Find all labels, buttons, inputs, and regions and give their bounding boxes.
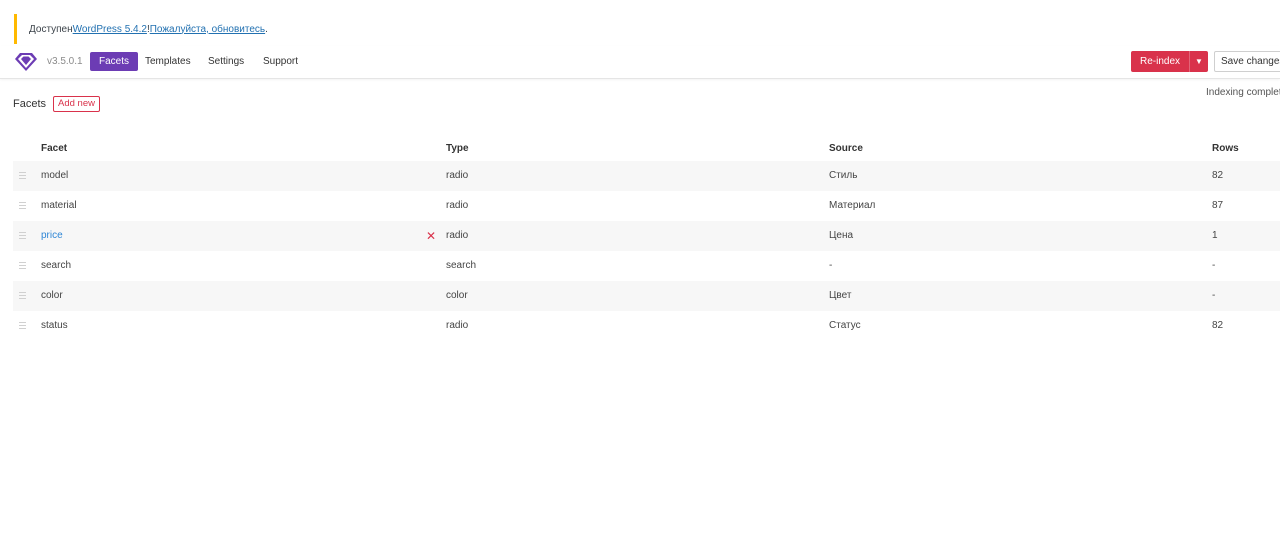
drag-handle-icon[interactable] (19, 262, 26, 269)
drag-handle-icon[interactable] (19, 292, 26, 299)
table-row[interactable]: status radio Статус 82 (13, 311, 1280, 341)
facet-name: material (41, 200, 77, 211)
facet-rows: 1 (1212, 230, 1218, 241)
facet-source: Статус (829, 320, 861, 331)
column-header-source: Source (829, 143, 863, 154)
table-header: Facet Type Source Rows (13, 137, 1280, 161)
notice-prefix: Доступен (29, 23, 73, 35)
indexing-status: Indexing complet (1206, 87, 1280, 98)
diamond-logo-icon (13, 52, 39, 72)
facet-type: color (446, 290, 468, 301)
drag-handle-icon[interactable] (19, 322, 26, 329)
facet-source: - (829, 260, 833, 271)
facet-rows: 82 (1212, 170, 1224, 181)
plugin-toolbar: v3.5.0.1 Facets Templates Settings Suppo… (0, 46, 1280, 79)
facet-name: color (41, 290, 63, 301)
column-header-rows: Rows (1212, 143, 1239, 154)
table-row[interactable]: search search - - (13, 251, 1280, 281)
column-header-facet: Facet (41, 143, 68, 154)
drag-handle-icon[interactable] (19, 232, 26, 239)
column-header-type: Type (446, 143, 469, 154)
facet-name: status (41, 320, 68, 331)
drag-handle-icon[interactable] (19, 172, 26, 179)
table-row[interactable]: material radio Материал 87 (13, 191, 1280, 221)
facet-name: search (41, 260, 72, 271)
facet-source: Материал (829, 200, 876, 211)
reindex-button[interactable]: Re-index ▼ (1131, 51, 1208, 72)
tab-support[interactable]: Support (254, 52, 307, 71)
tab-facets[interactable]: Facets (90, 52, 139, 71)
tab-templates[interactable]: Templates (136, 52, 200, 71)
facets-heading: Facets (13, 98, 47, 110)
facet-rows: 82 (1212, 320, 1224, 331)
drag-handle-icon[interactable] (19, 202, 26, 209)
caret-down-icon[interactable]: ▼ (1190, 57, 1208, 66)
table-row[interactable]: price ✕ radio Цена 1 (13, 221, 1280, 251)
table-row[interactable]: color color Цвет - (13, 281, 1280, 311)
facet-rows: - (1212, 260, 1216, 271)
add-new-button[interactable]: Add new (53, 96, 100, 112)
facet-type: radio (446, 200, 469, 211)
table-row[interactable]: model radio Стиль 82 (13, 161, 1280, 191)
facet-type: radio (446, 320, 469, 331)
facet-source: Стиль (829, 170, 858, 181)
plugin-version: v3.5.0.1 (47, 56, 83, 67)
facet-type: search (446, 260, 477, 271)
facet-type: radio (446, 230, 469, 241)
facet-source: Цена (829, 230, 854, 241)
notice-suffix: . (265, 23, 268, 35)
delete-icon[interactable]: ✕ (426, 221, 436, 251)
facet-type: radio (446, 170, 469, 181)
tab-settings[interactable]: Settings (199, 52, 253, 71)
save-changes-button[interactable]: Save changes (1214, 51, 1280, 72)
facet-source: Цвет (829, 290, 852, 301)
update-link[interactable]: Пожалуйста, обновитесь (150, 24, 265, 35)
facet-name: model (41, 170, 69, 181)
facet-name[interactable]: price (41, 221, 63, 251)
facet-rows: - (1212, 290, 1216, 301)
wordpress-version-link[interactable]: WordPress 5.4.2 (73, 24, 147, 35)
facet-rows: 87 (1212, 200, 1224, 211)
reindex-label: Re-index (1139, 56, 1181, 67)
facets-table: Facet Type Source Rows model radio Стиль… (13, 137, 1280, 341)
update-notice: Доступен WordPress 5.4.2 ! Пожалуйста, о… (14, 14, 268, 44)
